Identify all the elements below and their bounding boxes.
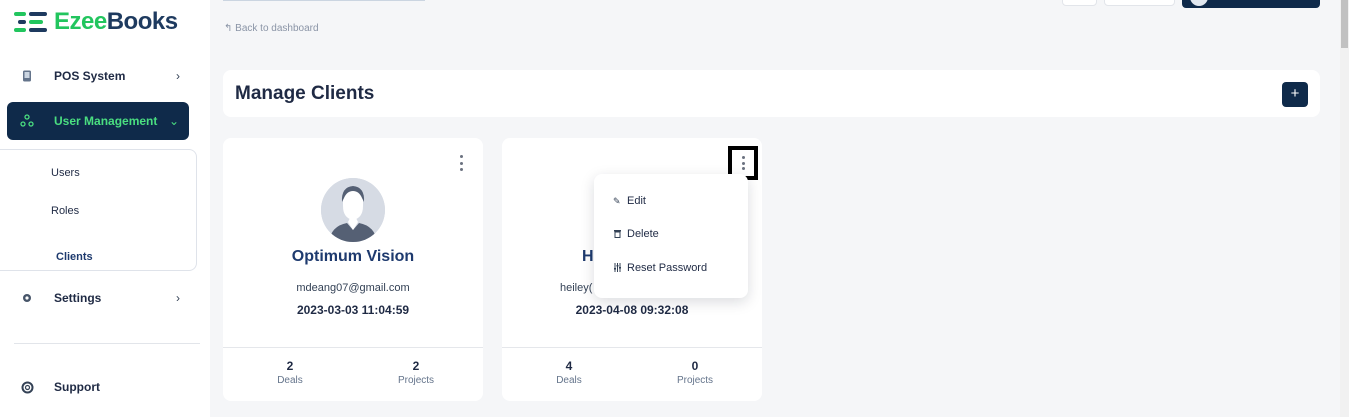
card-divider	[223, 347, 483, 348]
sidebar-item-label: POS System	[54, 69, 126, 83]
deals-label: Deals	[556, 375, 582, 386]
chevron-down-icon: ⌄	[168, 114, 179, 128]
page-title: Manage Clients	[235, 83, 375, 104]
menu-item-edit[interactable]: ✎ Edit	[613, 195, 646, 207]
back-arrow-icon: ↰	[224, 23, 233, 34]
user-management-submenu: Users Roles Clients	[0, 149, 197, 271]
topbar-button[interactable]	[1104, 0, 1175, 6]
scrollbar[interactable]	[1340, 0, 1349, 417]
sidebar-item-label: Settings	[54, 291, 102, 305]
sidebar-item-label: User Management	[54, 114, 158, 128]
pencil-icon: ✎	[613, 195, 621, 206]
page-header: Manage Clients +	[223, 70, 1320, 117]
deals-stat: 2 Deals	[250, 359, 330, 386]
sidebar-item-label: Support	[54, 380, 100, 394]
add-client-button[interactable]: +	[1282, 82, 1308, 107]
deals-count: 2	[286, 359, 294, 373]
menu-item-label: Edit	[627, 195, 646, 207]
logo-text-part2: Books	[106, 8, 178, 35]
client-name: Optimum Vision	[291, 248, 415, 265]
back-to-dashboard-link[interactable]: ↰ Back to dashboard	[224, 23, 319, 34]
chevron-right-icon: ›	[176, 69, 180, 83]
users-network-icon	[20, 114, 34, 128]
client-name: H	[582, 248, 594, 265]
deals-count: 4	[565, 359, 573, 373]
gear-icon	[20, 291, 34, 305]
logo-text: EzeeBooks	[54, 8, 178, 36]
submenu-item-users[interactable]: Users	[51, 167, 80, 179]
card-divider	[502, 347, 762, 348]
sidebar-item-user-management[interactable]: User Management ⌄	[7, 102, 189, 140]
back-link-label: Back to dashboard	[235, 23, 319, 34]
deals-label: Deals	[277, 375, 303, 386]
projects-count: 0	[691, 359, 699, 373]
logo-text-part1: Ezee	[54, 8, 107, 35]
topbar-button[interactable]	[1062, 0, 1097, 6]
menu-item-reset-password[interactable]: Reset Password	[613, 262, 707, 274]
submenu-item-clients[interactable]: Clients	[56, 251, 93, 263]
sidebar-item-support[interactable]: Support	[14, 370, 194, 404]
chevron-right-icon: ›	[176, 291, 180, 305]
trash-icon	[613, 229, 623, 240]
projects-stat: 2 Projects	[376, 359, 456, 386]
sidebar-item-settings[interactable]: Settings ›	[14, 281, 194, 315]
scrollbar-thumb[interactable]	[1341, 0, 1348, 48]
search-bar-edge[interactable]	[223, 0, 425, 1]
tablet-icon	[20, 69, 34, 83]
client-email: heiley(	[560, 282, 593, 294]
logo[interactable]: EzeeBooks	[14, 8, 178, 36]
kebab-menu-icon[interactable]	[456, 155, 466, 171]
avatar	[321, 178, 385, 242]
lifebuoy-icon	[20, 380, 34, 394]
client-card: Optimum Vision mdeang07@gmail.com 2023-0…	[223, 138, 483, 401]
projects-stat: 0 Projects	[655, 359, 735, 386]
sidebar: EzeeBooks POS System › User Management ⌄…	[0, 0, 210, 417]
client-actions-menu: ✎ Edit Delete Reset Password	[594, 174, 748, 298]
sliders-icon	[613, 262, 623, 274]
submenu-item-roles[interactable]: Roles	[51, 205, 79, 217]
sidebar-item-pos-system[interactable]: POS System ›	[14, 59, 194, 93]
menu-item-label: Delete	[627, 228, 659, 240]
client-created-date: 2023-04-08 09:32:08	[575, 303, 689, 317]
sidebar-divider	[14, 343, 200, 344]
logo-mark-icon	[14, 10, 48, 34]
avatar	[1190, 0, 1208, 6]
kebab-menu-icon[interactable]	[728, 146, 758, 180]
menu-item-label: Reset Password	[627, 262, 708, 274]
projects-label: Projects	[676, 375, 714, 386]
menu-item-delete[interactable]: Delete	[613, 228, 659, 240]
deals-stat: 4 Deals	[529, 359, 609, 386]
client-email: mdeang07@gmail.com	[296, 282, 410, 294]
user-profile-button[interactable]	[1182, 0, 1320, 8]
projects-count: 2	[412, 359, 420, 373]
client-created-date: 2023-03-03 11:04:59	[296, 303, 410, 317]
projects-label: Projects	[397, 375, 435, 386]
